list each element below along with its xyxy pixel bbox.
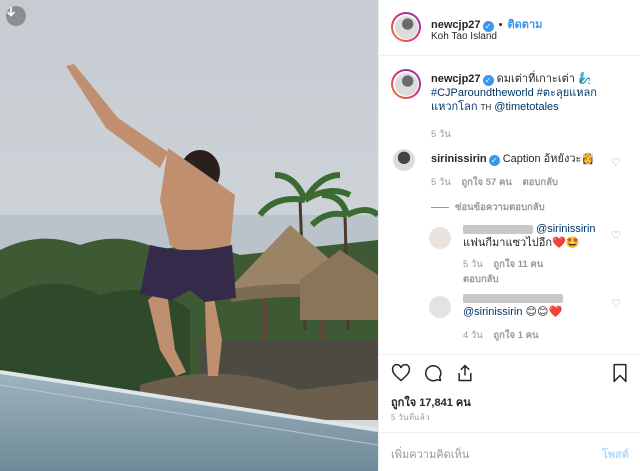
reply-time[interactable]: 4 วัน: [463, 330, 483, 341]
caption-hashtag-cont[interactable]: แหวกโลก: [431, 101, 478, 113]
blurred-username: [463, 293, 563, 303]
reply-time[interactable]: 5 วัน: [463, 259, 483, 270]
reply-text: แฟนกีมาแซวไปอีก❤️🤩: [463, 237, 580, 249]
comment-heart-icon[interactable]: ♡: [611, 229, 621, 242]
post-date[interactable]: 5 วันที่แล้ว: [391, 411, 430, 424]
verified-icon: ✓: [482, 75, 494, 86]
caption-mention[interactable]: @timetotales: [494, 101, 558, 113]
post-header: newcjp27 ✓ • ติดตาม Koh Tao Island: [379, 0, 640, 56]
reply-text: 😊😊❤️: [525, 306, 563, 318]
caption: newcjp27 ✓ ดมเต่าที่เกาะเต่า 🧞‍♂️ #CJParo…: [431, 72, 631, 142]
caption-th-label: TH: [480, 103, 492, 112]
dot-separator: •: [498, 19, 503, 31]
reply-mention[interactable]: @sirinissirin: [463, 306, 522, 318]
comment-input[interactable]: เพิ่มความคิดเห็น: [391, 445, 469, 463]
like-button[interactable]: [391, 363, 411, 386]
post-actions: ถูกใจ 17,841 คน 5 วันที่แล้ว: [379, 354, 640, 434]
comment-avatar[interactable]: [429, 296, 451, 318]
photo-scene: [0, 0, 378, 471]
download-icon: [6, 7, 16, 17]
comment-icon: [425, 365, 442, 382]
reply-likes[interactable]: ถูกใจ 1 คน: [493, 330, 538, 341]
caption-username[interactable]: newcjp27: [431, 73, 481, 85]
comment-username[interactable]: sirinissirin: [431, 153, 487, 165]
caption-hashtags[interactable]: #CJParoundtheworld #ตะลุยแหลก: [431, 86, 631, 100]
reply-button[interactable]: ตอบกลับ: [522, 177, 558, 188]
bookmark-icon: [613, 363, 627, 383]
follow-button[interactable]: ติดตาม: [508, 19, 543, 31]
share-button[interactable]: [455, 363, 475, 386]
comment-button[interactable]: [423, 363, 443, 386]
comment-avatar[interactable]: [393, 149, 415, 171]
post-side-panel: newcjp27 ✓ • ติดตาม Koh Tao Island newcjp…: [378, 0, 640, 471]
hide-replies-button[interactable]: ซ่อนข้อความตอบกลับ: [431, 200, 611, 215]
save-button[interactable]: [611, 363, 629, 386]
header-avatar[interactable]: [391, 12, 421, 42]
caption-avatar[interactable]: [391, 69, 421, 99]
reply-button[interactable]: ตอบกลับ: [463, 272, 613, 287]
post-photo[interactable]: [0, 0, 378, 471]
post-comment-button[interactable]: โพสต์: [602, 445, 629, 463]
blurred-username: [463, 224, 533, 234]
download-button[interactable]: [6, 6, 26, 26]
comment-heart-icon[interactable]: ♡: [611, 297, 621, 310]
comment-time[interactable]: 5 วัน: [431, 177, 451, 188]
location-link[interactable]: Koh Tao Island: [431, 31, 497, 42]
caption-time[interactable]: 5 วัน: [431, 127, 631, 142]
add-comment-bar: เพิ่มความคิดเห็น โพสต์: [379, 432, 640, 471]
comment-heart-icon[interactable]: ♡: [611, 156, 621, 169]
reply-item: @sirinissirin 😊😊❤️ 4 วัน ถูกใจ 1 คน: [463, 291, 613, 343]
comment-likes[interactable]: ถูกใจ 57 คน: [461, 177, 511, 188]
caption-line1: ดมเต่าที่เกาะเต่า 🧞‍♂️: [496, 73, 592, 85]
verified-icon: ✓: [488, 155, 500, 166]
likes-count[interactable]: ถูกใจ 17,841 คน: [391, 393, 471, 411]
comment-avatar[interactable]: [429, 227, 451, 249]
reply-likes[interactable]: ถูกใจ 11 คน: [493, 259, 543, 270]
comments-list[interactable]: newcjp27 ✓ ดมเต่าที่เกาะเต่า 🧞‍♂️ #CJParo…: [379, 57, 640, 354]
reply-item: @sirinissirin แฟนกีมาแซวไปอีก❤️🤩 5 วัน ถ…: [463, 222, 613, 287]
heart-icon: [391, 363, 411, 382]
comment-item: sirinissirin ✓ Caption อ้หยังวะ👸 5 วัน ถู…: [431, 152, 611, 215]
header-username[interactable]: newcjp27: [431, 19, 481, 31]
comment-text: Caption อ้หยังวะ👸: [502, 153, 596, 165]
share-icon: [458, 364, 472, 382]
reply-mention[interactable]: @sirinissirin: [536, 223, 595, 235]
